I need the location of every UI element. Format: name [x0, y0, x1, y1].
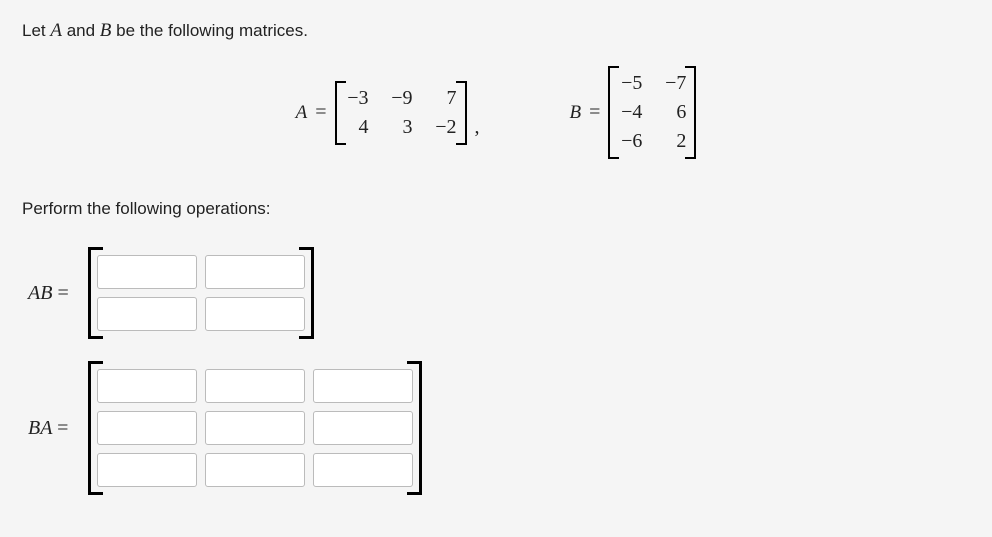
matrix-b-cell: −5 — [618, 72, 642, 95]
matrix-b-cell: 6 — [662, 101, 686, 124]
ba-input-0-1[interactable] — [205, 369, 305, 403]
matrix-b-cell: −4 — [618, 101, 642, 124]
intro-mid: and — [62, 21, 100, 40]
ba-eq: = — [57, 417, 68, 439]
bracket-left — [88, 361, 91, 495]
ab-input-0-0[interactable] — [97, 255, 197, 289]
matrix-b-cell: −7 — [662, 72, 686, 95]
matrix-a-expr: A = −3 −9 7 4 3 −2 , — [296, 81, 480, 145]
matrix-b-expr: B = −5 −7 −4 6 −6 2 — [570, 66, 697, 159]
matrix-a-cell: 4 — [345, 116, 369, 139]
matrix-a-cell: −9 — [389, 87, 413, 110]
ba-lhs: BA = — [22, 417, 78, 440]
matrix-a-cell: 7 — [433, 87, 457, 110]
ba-matrix — [91, 361, 419, 495]
intro-var-b: B — [100, 20, 112, 41]
matrix-a-cell: −3 — [345, 87, 369, 110]
ba-input-0-0[interactable] — [97, 369, 197, 403]
comma: , — [475, 116, 480, 145]
ba-input-2-0[interactable] — [97, 453, 197, 487]
bracket-right — [465, 81, 467, 145]
matrix-b-body: −5 −7 −4 6 −6 2 — [610, 66, 694, 159]
ba-row: BA = — [22, 361, 970, 495]
problem-intro: Let A and B be the following matrices. — [22, 20, 970, 42]
ab-input-1-0[interactable] — [97, 297, 197, 331]
bracket-right — [419, 361, 422, 495]
ab-input-0-1[interactable] — [205, 255, 305, 289]
operation-prompt: Perform the following operations: — [22, 199, 970, 219]
ba-lhs-text: BA — [28, 417, 52, 439]
ba-input-1-1[interactable] — [205, 411, 305, 445]
bracket-left — [608, 66, 610, 159]
ab-input-1-1[interactable] — [205, 297, 305, 331]
intro-prefix: Let — [22, 21, 50, 40]
bracket-right — [311, 247, 314, 339]
matrix-definitions: A = −3 −9 7 4 3 −2 , B = — [22, 66, 970, 159]
ab-eq: = — [57, 282, 68, 304]
matrix-a-body: −3 −9 7 4 3 −2 — [337, 81, 465, 145]
matrix-b-cell: −6 — [618, 130, 642, 153]
ba-input-2-1[interactable] — [205, 453, 305, 487]
ab-row: AB = — [22, 247, 970, 339]
ba-input-2-2[interactable] — [313, 453, 413, 487]
matrix-a-eq: = — [315, 101, 326, 124]
ab-lhs-text: AB — [28, 282, 52, 304]
ba-input-1-2[interactable] — [313, 411, 413, 445]
bracket-right — [694, 66, 696, 159]
intro-var-a: A — [50, 20, 62, 41]
ab-lhs: AB = — [22, 282, 78, 305]
ba-input-1-0[interactable] — [97, 411, 197, 445]
matrix-b-label: B — [570, 102, 582, 124]
matrix-b-eq: = — [589, 101, 600, 124]
matrix-a-cell: 3 — [389, 116, 413, 139]
ab-matrix — [91, 247, 311, 339]
ba-input-0-2[interactable] — [313, 369, 413, 403]
intro-suffix: be the following matrices. — [111, 21, 308, 40]
matrix-a-label: A — [296, 102, 308, 124]
bracket-left — [88, 247, 91, 339]
matrix-a-cell: −2 — [433, 116, 457, 139]
matrix-b-cell: 2 — [662, 130, 686, 153]
bracket-left — [335, 81, 337, 145]
